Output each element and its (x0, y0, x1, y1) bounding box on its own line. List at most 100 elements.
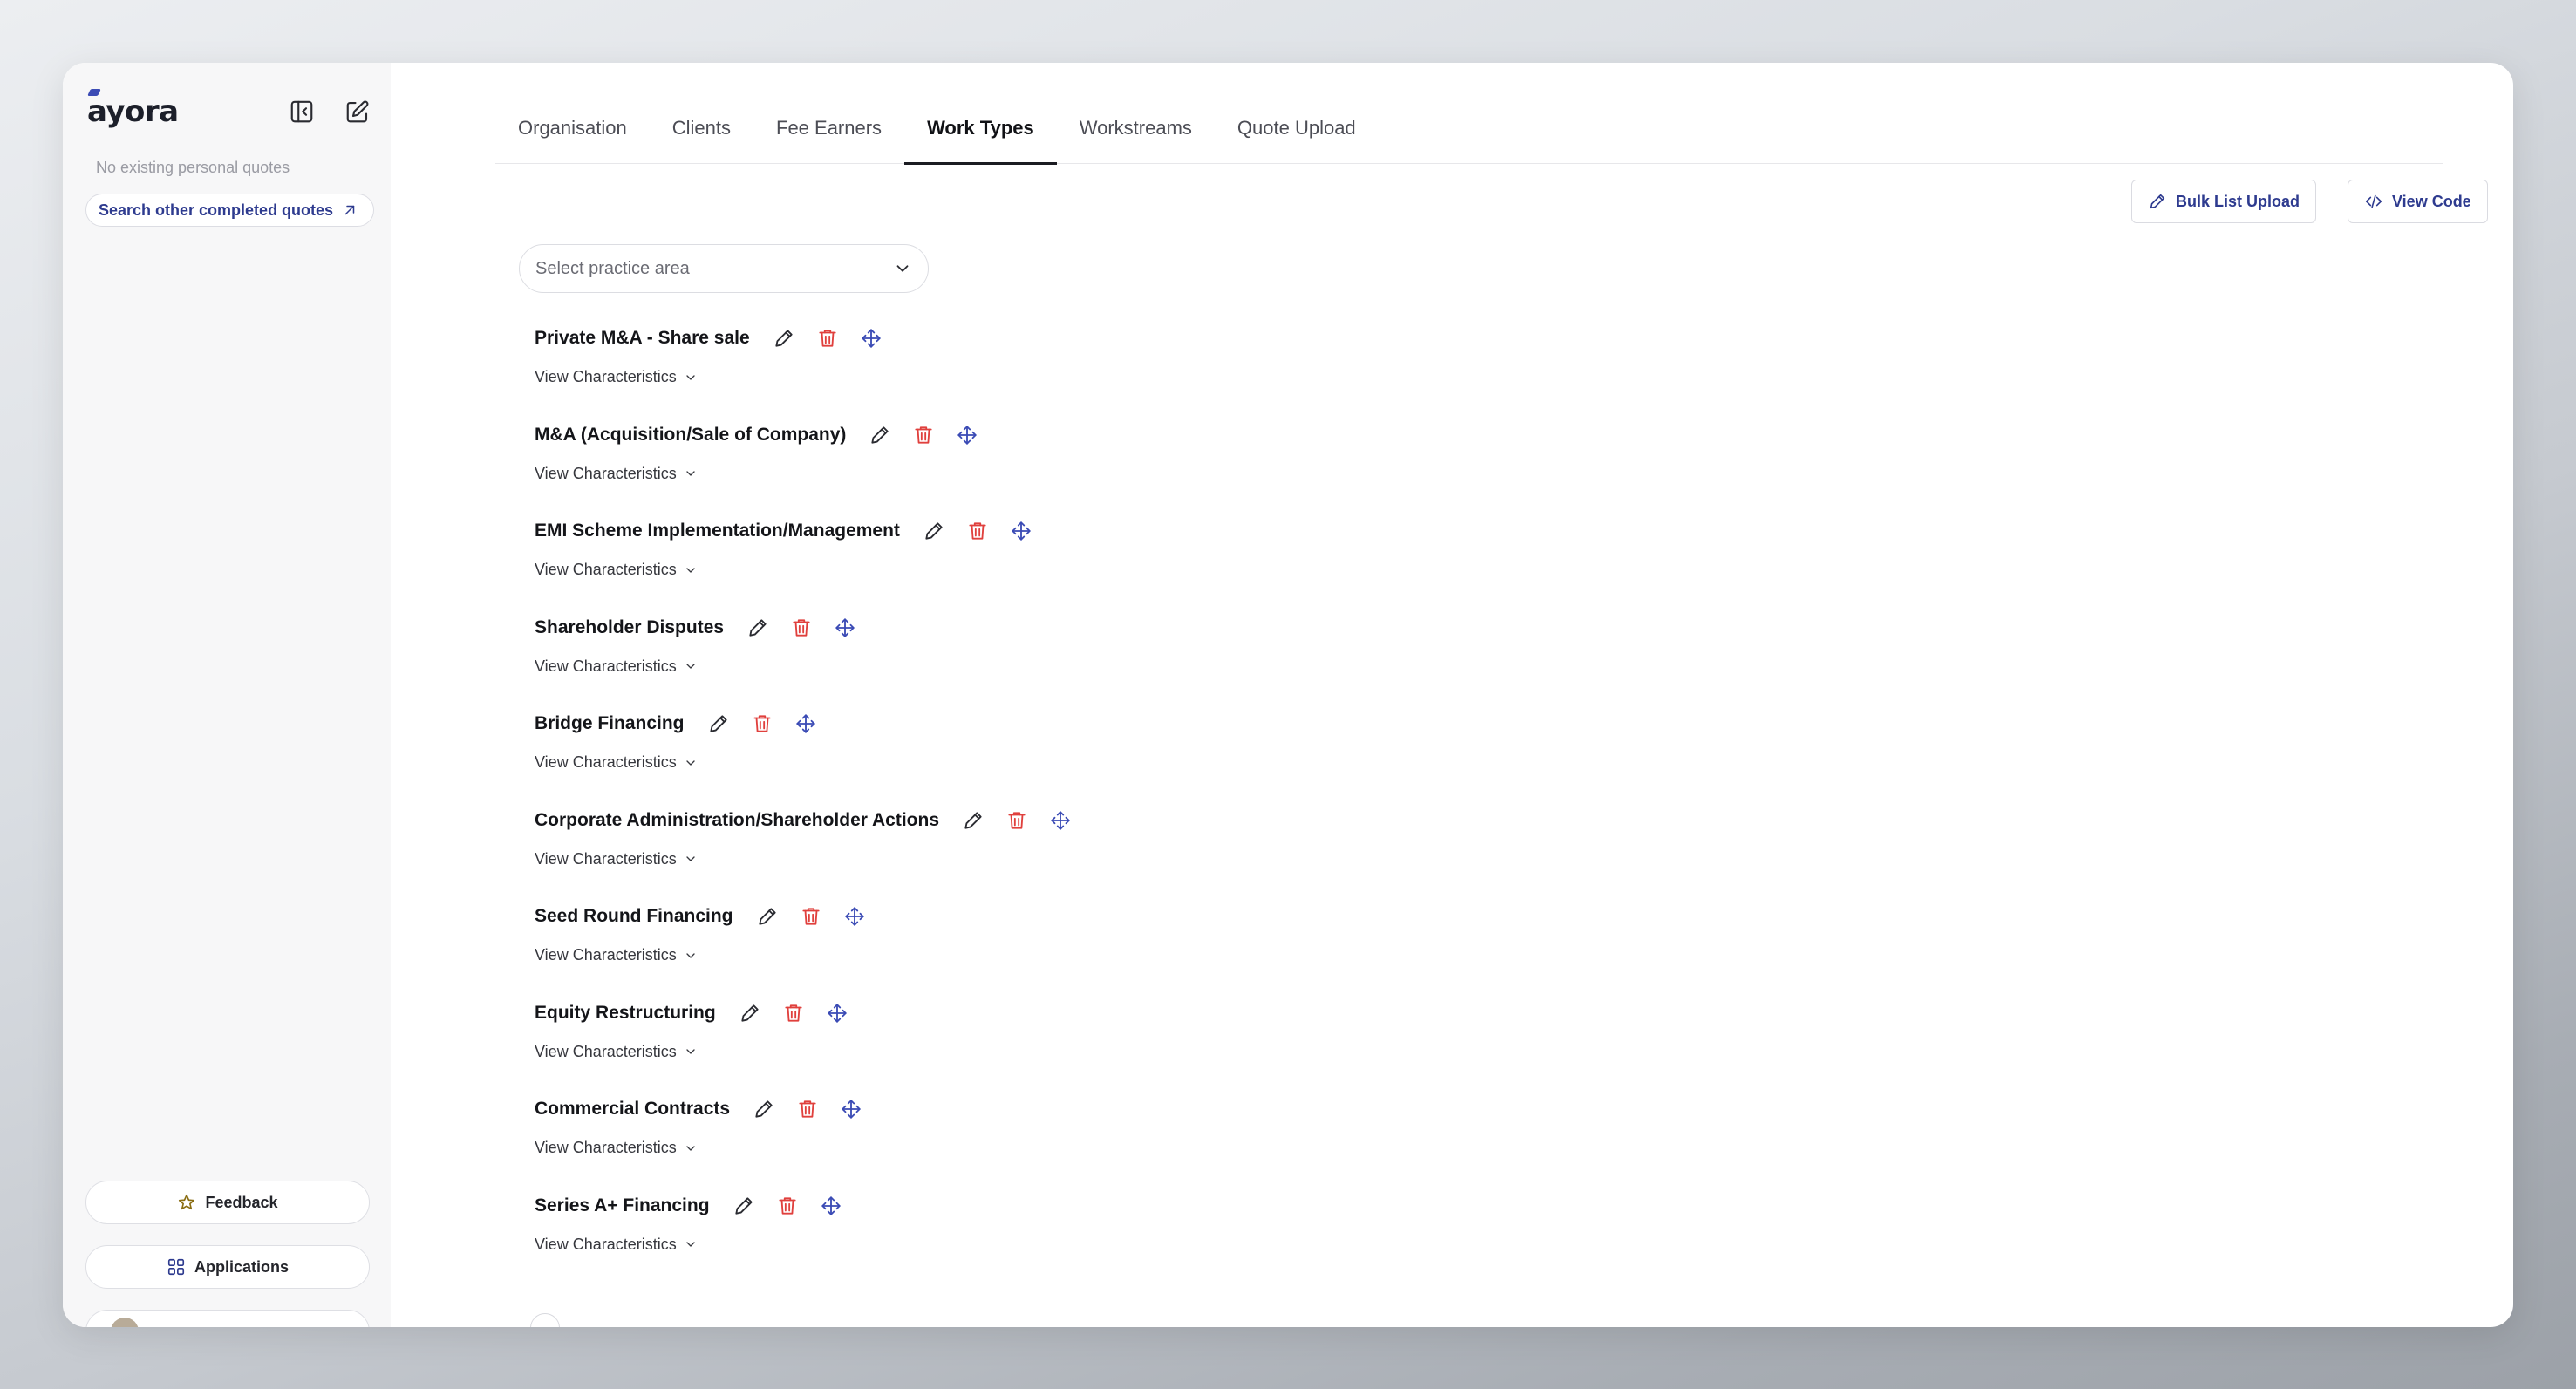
chevron-down-icon (686, 1242, 695, 1247)
move-drag-icon[interactable] (840, 902, 869, 931)
work-type-name: EMI Scheme Implementation/Management (535, 521, 900, 541)
work-type-item: Seed Round Financing View Characteristic… (535, 901, 1319, 997)
star-icon (179, 1194, 195, 1210)
chevron-down-icon (686, 1145, 695, 1151)
work-type-name: Bridge Financing (535, 713, 685, 733)
work-type-item: M&A (Acquisition/Sale of Company) View C… (535, 419, 1319, 515)
view-characteristics-label: View Characteristics (535, 946, 677, 963)
edit-pencil-icon[interactable] (753, 902, 782, 931)
view-characteristics-toggle[interactable]: View Characteristics (535, 465, 698, 483)
move-drag-icon[interactable] (952, 420, 982, 450)
chevron-down-icon (896, 265, 909, 272)
bulk-list-upload-button[interactable]: Bulk List Upload (2131, 180, 2317, 223)
edit-pencil-icon[interactable] (769, 323, 799, 353)
app-window: ayora No existing personal quotes Search… (63, 63, 2513, 1327)
tab-work-types[interactable]: Work Types (904, 92, 1057, 165)
feedback-label: Feedback (205, 1193, 278, 1211)
delete-trash-icon[interactable] (796, 902, 826, 931)
view-code-button[interactable]: View Code (2348, 180, 2488, 223)
applications-button[interactable]: Applications (85, 1245, 370, 1289)
move-drag-icon[interactable] (836, 1094, 866, 1124)
delete-trash-icon[interactable] (813, 323, 842, 353)
chevron-down-icon (686, 856, 695, 861)
delete-trash-icon[interactable] (909, 420, 938, 450)
ayora-logo[interactable]: ayora (87, 87, 179, 136)
work-type-name: Corporate Administration/Shareholder Act… (535, 809, 939, 830)
compose-icon[interactable] (340, 94, 375, 129)
work-type-name: Commercial Contracts (535, 1099, 731, 1119)
main-content: Organisation Clients Fee Earners Work Ty… (391, 63, 2513, 1327)
edit-pencil-icon[interactable] (958, 806, 988, 835)
view-characteristics-toggle[interactable]: View Characteristics (535, 1236, 698, 1254)
tab-workstreams[interactable]: Workstreams (1057, 92, 1215, 163)
move-drag-icon[interactable] (1006, 516, 1036, 546)
view-characteristics-label: View Characteristics (535, 753, 677, 771)
sidebar-collapse-icon[interactable] (284, 94, 319, 129)
search-other-quotes-link[interactable]: Search other completed quotes (85, 194, 375, 227)
bulk-upload-label: Bulk List Upload (2176, 192, 2300, 210)
view-characteristics-toggle[interactable]: View Characteristics (535, 561, 698, 579)
tab-fee-earners[interactable]: Fee Earners (753, 92, 904, 163)
chevron-down-icon (686, 567, 695, 573)
grid-apps-icon (167, 1258, 185, 1276)
chevron-down-icon (686, 759, 695, 766)
work-type-item: Commercial Contracts View Characteristic… (535, 1093, 1319, 1189)
move-drag-icon[interactable] (791, 709, 821, 739)
avatar (111, 1318, 139, 1327)
tab-organisation[interactable]: Organisation (495, 92, 650, 163)
work-type-name: Shareholder Disputes (535, 616, 725, 637)
delete-trash-icon[interactable] (787, 613, 816, 643)
settings-tabs: Organisation Clients Fee Earners Work Ty… (495, 92, 2443, 165)
applications-label: Applications (194, 1257, 289, 1276)
view-characteristics-label: View Characteristics (535, 464, 677, 482)
edit-pencil-icon[interactable] (743, 613, 773, 643)
delete-trash-icon[interactable] (1002, 806, 1032, 835)
tab-clients[interactable]: Clients (650, 92, 753, 163)
delete-trash-icon[interactable] (773, 1191, 802, 1221)
view-characteristics-label: View Characteristics (535, 1235, 677, 1253)
edit-pencil-icon[interactable] (919, 516, 949, 546)
delete-trash-icon[interactable] (747, 709, 777, 739)
practice-area-select[interactable]: Select practice area (519, 244, 929, 293)
logo-text: ayora (87, 94, 179, 129)
move-drag-icon[interactable] (816, 1191, 846, 1221)
work-type-name: Seed Round Financing (535, 906, 733, 926)
view-characteristics-label: View Characteristics (535, 368, 677, 385)
work-type-item: Equity Restructuring View Characteristic… (535, 997, 1319, 1093)
view-characteristics-toggle[interactable]: View Characteristics (535, 753, 698, 772)
edit-pencil-icon[interactable] (704, 709, 733, 739)
user-profile-button[interactable] (85, 1310, 370, 1327)
move-drag-icon[interactable] (856, 323, 886, 353)
chevron-down-icon (686, 952, 695, 958)
work-type-name: Private M&A - Share sale (535, 328, 750, 348)
view-characteristics-toggle[interactable]: View Characteristics (535, 657, 698, 676)
chevron-down-icon (686, 664, 695, 669)
delete-trash-icon[interactable] (793, 1094, 822, 1124)
view-characteristics-toggle[interactable]: View Characteristics (535, 1139, 698, 1157)
view-characteristics-toggle[interactable]: View Characteristics (535, 1043, 698, 1061)
sidebar: ayora No existing personal quotes Search… (63, 63, 391, 1327)
tab-quote-upload[interactable]: Quote Upload (1215, 92, 1379, 163)
edit-pencil-icon[interactable] (735, 998, 765, 1028)
view-code-label: View Code (2392, 192, 2471, 210)
work-type-item: EMI Scheme Implementation/Management Vie… (535, 515, 1319, 611)
move-drag-icon[interactable] (822, 998, 852, 1028)
external-arrow-icon (344, 205, 355, 215)
edit-pencil-icon[interactable] (749, 1094, 779, 1124)
pencil-icon (2150, 194, 2165, 209)
add-work-type-button[interactable] (530, 1313, 560, 1327)
view-characteristics-toggle[interactable]: View Characteristics (535, 368, 698, 386)
view-characteristics-toggle[interactable]: View Characteristics (535, 946, 698, 964)
search-quotes-label: Search other completed quotes (99, 201, 334, 219)
delete-trash-icon[interactable] (779, 998, 808, 1028)
practice-area-placeholder: Select practice area (535, 258, 690, 278)
delete-trash-icon[interactable] (963, 516, 992, 546)
move-drag-icon[interactable] (1046, 806, 1075, 835)
feedback-button[interactable]: Feedback (85, 1181, 370, 1224)
work-type-item: Bridge Financing View Characteristics (535, 708, 1319, 804)
edit-pencil-icon[interactable] (865, 420, 895, 450)
edit-pencil-icon[interactable] (729, 1191, 759, 1221)
move-drag-icon[interactable] (830, 613, 860, 643)
view-characteristics-toggle[interactable]: View Characteristics (535, 850, 698, 868)
chevron-down-icon (686, 1049, 695, 1054)
